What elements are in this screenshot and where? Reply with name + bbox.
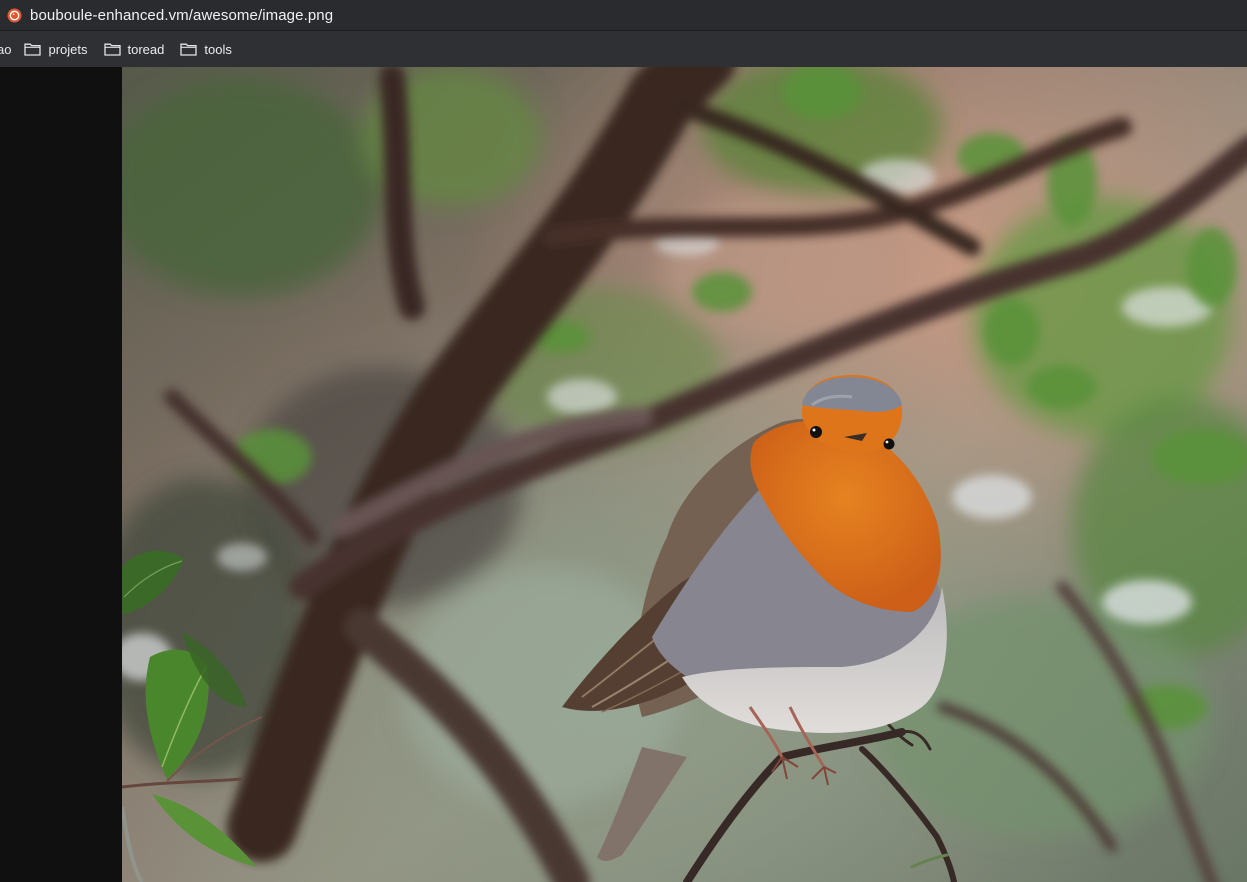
robin-photo[interactable] <box>122 67 1247 882</box>
folder-icon <box>103 43 121 56</box>
bookmark-label: toread <box>127 41 165 57</box>
image-viewer <box>0 67 1247 882</box>
folder-icon <box>180 43 198 56</box>
bookmark-label: tools <box>204 41 232 57</box>
bookmarks-bar: ao projets toread tools <box>0 31 1247 67</box>
address-bar[interactable]: bouboule-enhanced.vm/awesome/image.png <box>0 0 1247 31</box>
bookmark-tools[interactable]: tools <box>180 41 232 57</box>
bookmark-projets[interactable]: projets <box>24 41 88 57</box>
bookmark-toread[interactable]: toread <box>103 41 165 57</box>
url-text[interactable]: bouboule-enhanced.vm/awesome/image.png <box>30 7 333 24</box>
bookmark-partial-label[interactable]: ao <box>0 42 11 57</box>
folder-icon <box>24 43 42 56</box>
duckduckgo-icon <box>7 7 22 23</box>
bookmark-label: projets <box>48 41 88 57</box>
